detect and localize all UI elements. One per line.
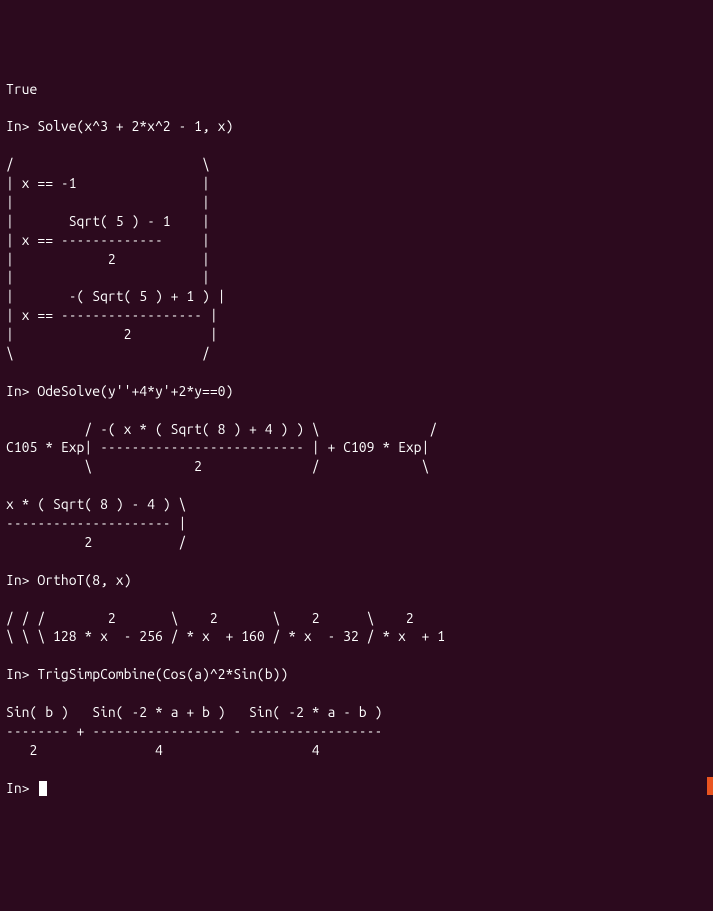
- prompt-line[interactable]: In>: [6, 779, 707, 798]
- terminal-output: True In> Solve(x^3 + 2*x^2 - 1, x) / \ |…: [6, 80, 707, 760]
- side-indicator: [707, 777, 713, 795]
- cursor: [39, 781, 47, 796]
- prompt-text: In>: [6, 780, 37, 796]
